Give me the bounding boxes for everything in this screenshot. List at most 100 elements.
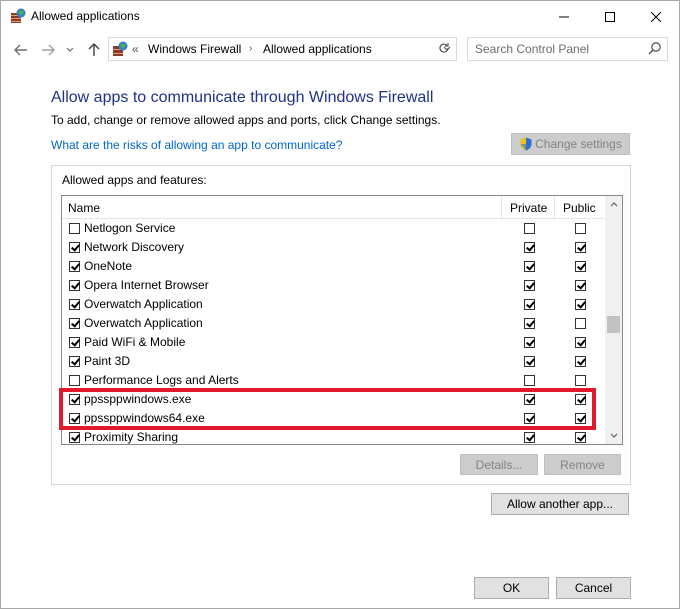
enable-checkbox[interactable]: [69, 375, 80, 386]
app-name: Netlogon Service: [84, 221, 176, 235]
private-checkbox[interactable]: [524, 299, 535, 310]
scroll-up-button[interactable]: [605, 196, 622, 213]
enable-checkbox[interactable]: [69, 432, 80, 443]
public-checkbox[interactable]: [575, 223, 586, 234]
private-checkbox[interactable]: [524, 318, 535, 329]
table-row[interactable]: Proximity Sharing: [62, 428, 605, 444]
enable-checkbox[interactable]: [69, 223, 80, 234]
column-separator: [501, 196, 502, 218]
group-label: Allowed apps and features:: [62, 173, 207, 187]
scroll-thumb[interactable]: [607, 316, 620, 333]
change-settings-label: Change settings: [535, 137, 622, 151]
enable-checkbox[interactable]: [69, 299, 80, 310]
highlight-box: [59, 388, 596, 430]
app-name: OneNote: [84, 259, 133, 273]
close-button[interactable]: [633, 1, 679, 32]
list-header: Name Private Public: [62, 196, 605, 219]
breadcrumb-allowed-applications[interactable]: Allowed applications: [263, 42, 372, 56]
breadcrumb-overflow[interactable]: «: [132, 42, 139, 56]
search-placeholder: Search Control Panel: [475, 42, 590, 56]
app-name: Paint 3D: [84, 354, 131, 368]
table-row[interactable]: OneNote: [62, 257, 605, 276]
public-checkbox[interactable]: [575, 356, 586, 367]
search-box[interactable]: Search Control Panel: [467, 37, 668, 61]
table-row[interactable]: Paid WiFi & Mobile: [62, 333, 605, 352]
ok-button[interactable]: OK: [474, 577, 549, 599]
enable-checkbox[interactable]: [69, 261, 80, 272]
enable-checkbox[interactable]: [69, 337, 80, 348]
table-row[interactable]: Network Discovery: [62, 238, 605, 257]
column-separator: [554, 196, 555, 218]
minimize-icon: [559, 16, 569, 17]
refresh-button[interactable]: [435, 37, 453, 59]
instructions-text: To add, change or remove allowed apps an…: [51, 113, 441, 127]
change-settings-button[interactable]: Change settings: [511, 133, 630, 155]
app-name: Network Discovery: [84, 240, 185, 254]
firewall-icon: [11, 8, 26, 23]
private-checkbox[interactable]: [524, 280, 535, 291]
scroll-down-icon: [610, 433, 617, 438]
forward-button[interactable]: [39, 41, 57, 59]
minimize-button[interactable]: [541, 1, 587, 32]
private-checkbox[interactable]: [524, 242, 535, 253]
app-name: Overwatch Application: [84, 316, 203, 330]
private-checkbox[interactable]: [524, 337, 535, 348]
recent-locations-button[interactable]: [64, 41, 76, 59]
app-name: Performance Logs and Alerts: [84, 373, 239, 387]
private-checkbox[interactable]: [524, 375, 535, 386]
firewall-icon: [113, 41, 128, 56]
back-button[interactable]: [12, 41, 30, 59]
private-checkbox[interactable]: [524, 432, 535, 443]
enable-checkbox[interactable]: [69, 356, 80, 367]
up-button[interactable]: [85, 41, 103, 59]
public-checkbox[interactable]: [575, 432, 586, 443]
breadcrumb-windows-firewall[interactable]: Windows Firewall: [148, 42, 241, 56]
private-checkbox[interactable]: [524, 223, 535, 234]
column-header-public[interactable]: Public: [563, 201, 596, 215]
public-checkbox[interactable]: [575, 242, 586, 253]
app-name: Opera Internet Browser: [84, 278, 209, 292]
window: Allowed applications « Windows Firewall: [0, 0, 680, 609]
public-checkbox[interactable]: [575, 299, 586, 310]
enable-checkbox[interactable]: [69, 242, 80, 253]
public-checkbox[interactable]: [575, 337, 586, 348]
details-button[interactable]: Details...: [460, 454, 538, 475]
scroll-down-button[interactable]: [605, 427, 622, 444]
column-header-private[interactable]: Private: [510, 201, 547, 215]
table-row[interactable]: Overwatch Application: [62, 314, 605, 333]
title-bar: Allowed applications: [1, 1, 679, 32]
recent-dropdown-icon: [66, 47, 74, 52]
breadcrumb-separator: ›: [249, 43, 253, 54]
allow-another-app-button[interactable]: Allow another app...: [491, 493, 629, 515]
forward-arrow-icon: [42, 44, 55, 56]
private-checkbox[interactable]: [524, 356, 535, 367]
public-checkbox[interactable]: [575, 261, 586, 272]
table-row[interactable]: Opera Internet Browser: [62, 276, 605, 295]
public-checkbox[interactable]: [575, 318, 586, 329]
search-icon[interactable]: [648, 41, 662, 55]
risks-link[interactable]: What are the risks of allowing an app to…: [51, 138, 342, 152]
enable-checkbox[interactable]: [69, 280, 80, 291]
public-checkbox[interactable]: [575, 375, 586, 386]
app-name: Proximity Sharing: [84, 430, 179, 444]
private-checkbox[interactable]: [524, 261, 535, 272]
close-icon: [651, 11, 661, 22]
page-title: Allow apps to communicate through Window…: [51, 89, 434, 106]
app-name: Overwatch Application: [84, 297, 203, 311]
refresh-icon: [439, 43, 449, 53]
window-title: Allowed applications: [31, 9, 140, 23]
maximize-button[interactable]: [587, 1, 633, 32]
table-row[interactable]: Overwatch Application: [62, 295, 605, 314]
remove-button[interactable]: Remove: [544, 454, 621, 475]
table-row[interactable]: Paint 3D: [62, 352, 605, 371]
shield-icon: [520, 137, 532, 151]
column-header-name[interactable]: Name: [68, 201, 100, 215]
address-bar[interactable]: « Windows Firewall › Allowed application…: [108, 37, 457, 61]
up-arrow-icon: [88, 43, 100, 56]
cancel-button[interactable]: Cancel: [556, 577, 631, 599]
scroll-up-icon: [610, 202, 617, 207]
public-checkbox[interactable]: [575, 280, 586, 291]
enable-checkbox[interactable]: [69, 318, 80, 329]
table-row[interactable]: Netlogon Service: [62, 219, 605, 238]
vertical-scrollbar[interactable]: [605, 196, 622, 444]
